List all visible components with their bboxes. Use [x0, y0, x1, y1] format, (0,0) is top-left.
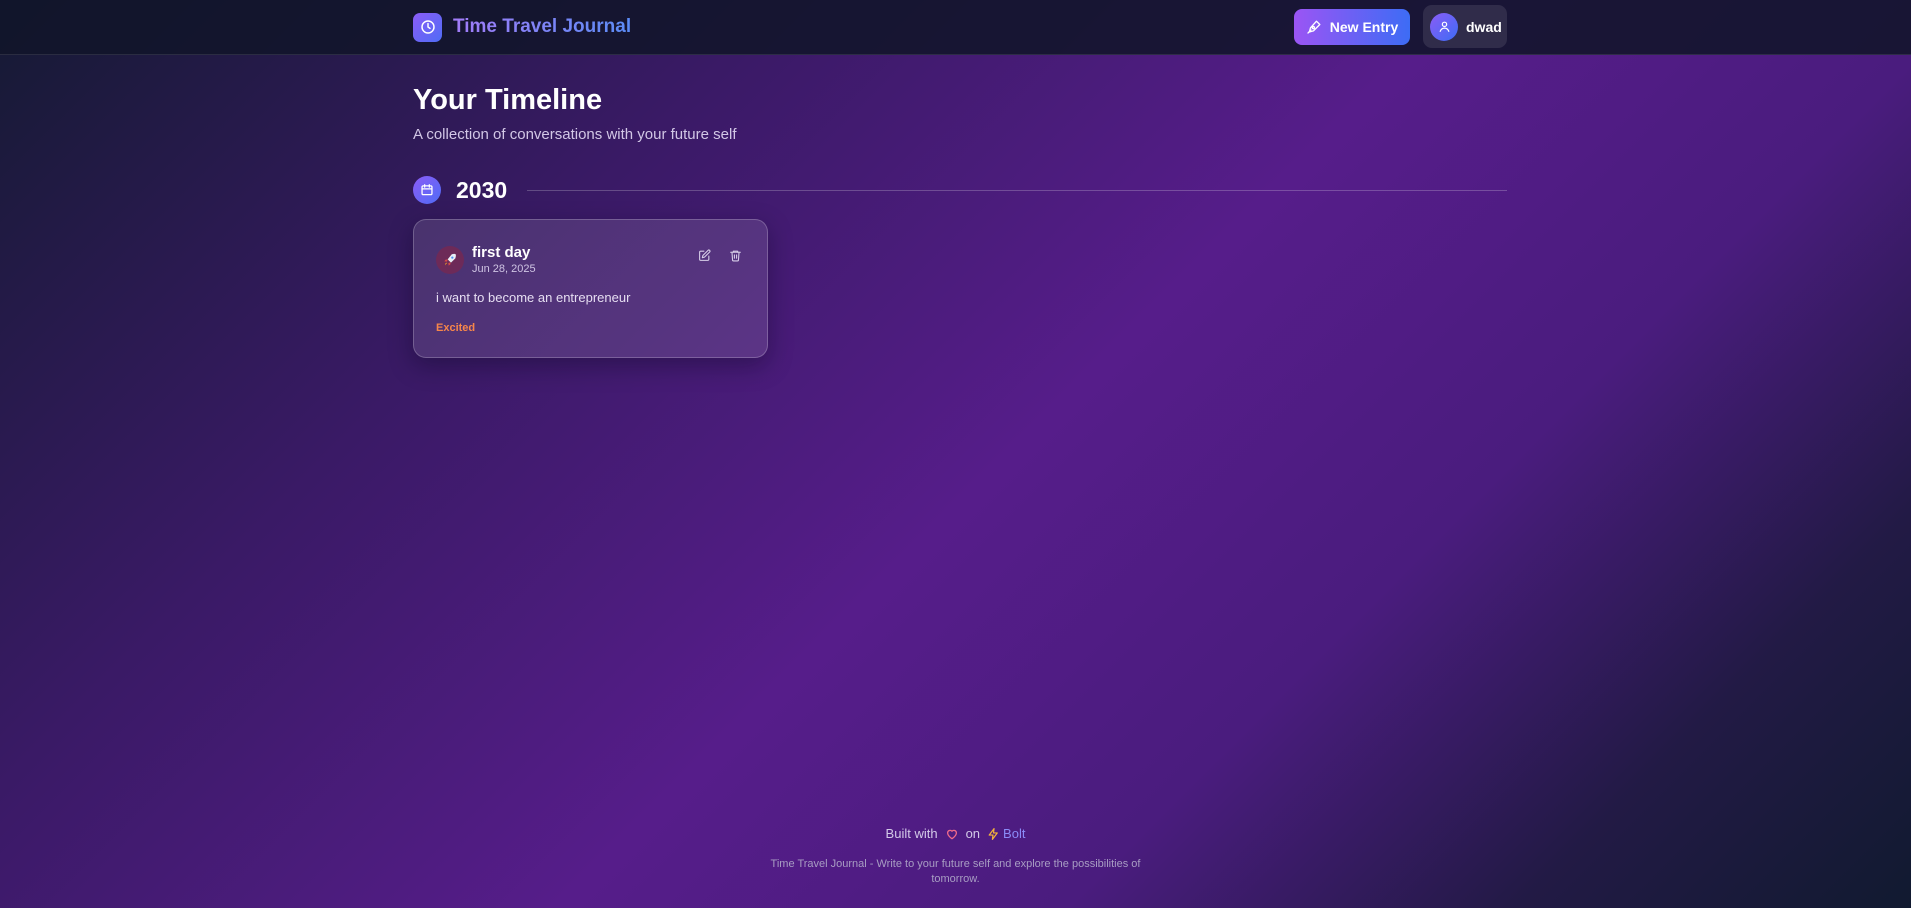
- brand-title: Time Travel Journal: [453, 16, 632, 37]
- entry-date: Jun 28, 2025: [472, 263, 536, 275]
- footer-description: Time Travel Journal - Write to your futu…: [770, 858, 1141, 885]
- on-text: on: [965, 826, 981, 841]
- entry-body: i want to become an entrepreneur: [436, 290, 631, 305]
- journal-entry-card[interactable]: first day Jun 28, 2025 i want to become: [413, 219, 768, 358]
- zap-icon: [987, 827, 1000, 841]
- page-title: Your Timeline: [413, 84, 603, 116]
- year-divider: [527, 190, 1507, 191]
- bolt-link[interactable]: Bolt: [987, 826, 1025, 841]
- entry-title: first day: [472, 244, 531, 261]
- bolt-text: Bolt: [1003, 826, 1026, 841]
- pen-tool-icon: [1306, 19, 1322, 35]
- year-group-header: 2030: [413, 175, 1507, 205]
- page-subtitle: A collection of conversations with your …: [413, 126, 737, 143]
- calendar-icon: [413, 176, 441, 204]
- edit-icon: [698, 248, 711, 262]
- trash-icon: [729, 249, 742, 262]
- rocket-icon: [436, 246, 464, 274]
- year-label: 2030: [456, 177, 508, 203]
- built-with-text: Built with: [885, 826, 938, 841]
- user-menu[interactable]: dwad: [1423, 5, 1507, 48]
- delete-entry-button[interactable]: [724, 244, 746, 266]
- user-name: dwad: [1466, 18, 1502, 35]
- user-icon: [1430, 12, 1458, 41]
- edit-entry-button[interactable]: [693, 244, 715, 266]
- new-entry-button[interactable]: New Entry: [1294, 9, 1410, 45]
- new-entry-label: New Entry: [1329, 19, 1399, 35]
- app-header: Time Travel Journal New Entry dwad: [0, 0, 1911, 55]
- clock-icon: [413, 12, 442, 42]
- mood-badge: Excited: [436, 322, 476, 334]
- brand[interactable]: Time Travel Journal: [413, 12, 631, 42]
- footer-credit: Built with on Bolt: [0, 826, 1911, 841]
- heart-icon: [945, 827, 959, 841]
